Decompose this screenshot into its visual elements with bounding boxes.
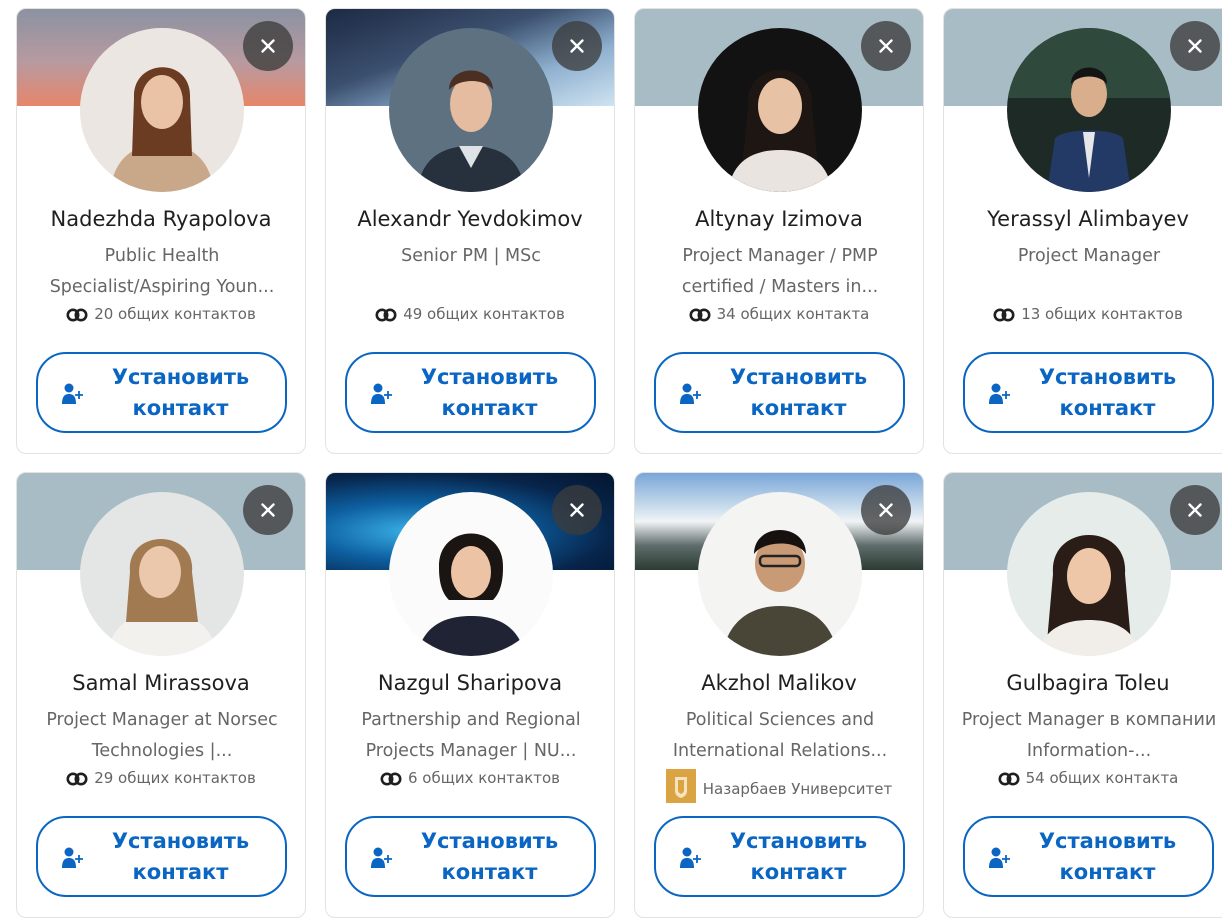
mutual-connections-icon <box>380 772 402 786</box>
person-add-icon <box>989 846 1011 870</box>
connect-button-label: Установить контакт <box>1038 364 1177 420</box>
dismiss-button[interactable] <box>861 21 911 71</box>
connect-button[interactable]: Установить контакт <box>36 352 287 433</box>
person-name[interactable]: Gulbagira Toleu <box>944 671 1222 695</box>
close-icon <box>257 499 279 521</box>
close-icon <box>1184 35 1206 57</box>
person-name[interactable]: Yerassyl Alimbayev <box>944 207 1222 231</box>
avatar[interactable] <box>80 492 244 656</box>
connect-button[interactable]: Установить контакт <box>654 816 905 897</box>
suggestion-card: Yerassyl Alimbayev Project Manager 13 об… <box>943 8 1222 454</box>
mutual-connections-text: 29 общих контактов <box>94 769 256 787</box>
person-add-icon <box>989 382 1011 406</box>
suggestion-card: Altynay Izimova Project Manager / PMP ce… <box>634 8 924 454</box>
connect-button-label: Установить контакт <box>111 828 250 884</box>
person-add-icon <box>62 382 84 406</box>
shared-school-text: Назарбаев Университет <box>702 780 893 798</box>
close-icon <box>257 35 279 57</box>
connect-button[interactable]: Установить контакт <box>963 816 1214 897</box>
connect-button[interactable]: Установить контакт <box>345 816 596 897</box>
close-icon <box>1184 499 1206 521</box>
dismiss-button[interactable] <box>1170 21 1220 71</box>
connect-button-label: Установить контакт <box>420 364 559 420</box>
person-add-icon <box>62 846 84 870</box>
university-logo <box>665 769 696 803</box>
suggestion-card: Nazgul Sharipova Partnership and Regiona… <box>325 472 615 918</box>
person-name[interactable]: Alexandr Yevdokimov <box>326 207 614 231</box>
person-add-icon <box>371 846 393 870</box>
mutual-connections-icon <box>66 772 88 786</box>
mutual-connections-text: 54 общих контакта <box>1025 769 1179 787</box>
avatar[interactable] <box>698 492 862 656</box>
person-headline: Project Manager / PMP certified / Master… <box>681 246 879 297</box>
connect-button-label: Установить контакт <box>729 364 868 420</box>
mutual-connections-icon <box>689 308 711 322</box>
avatar[interactable] <box>389 492 553 656</box>
dismiss-button[interactable] <box>1170 485 1220 535</box>
suggestion-card: Nadezhda Ryapolova Public Health Special… <box>16 8 306 454</box>
dismiss-button[interactable] <box>552 21 602 71</box>
mutual-connections: 20 общих контактов <box>17 305 305 323</box>
connect-button-label: Установить контакт <box>1038 828 1177 884</box>
suggestion-card: Samal Mirassova Project Manager at Norse… <box>16 472 306 918</box>
avatar[interactable] <box>1007 28 1171 192</box>
connect-button[interactable]: Установить контакт <box>654 352 905 433</box>
person-add-icon <box>680 846 702 870</box>
avatar[interactable] <box>389 28 553 192</box>
person-name[interactable]: Nadezhda Ryapolova <box>17 207 305 231</box>
shared-school: Назарбаев Университет <box>635 769 923 803</box>
mutual-connections-text: 49 общих контактов <box>403 305 565 323</box>
mutual-connections-text: 6 общих контактов <box>407 769 561 787</box>
close-icon <box>875 499 897 521</box>
mutual-connections-text: 13 общих контактов <box>1021 305 1183 323</box>
mutual-connections: 13 общих контактов <box>944 305 1222 323</box>
connect-button[interactable]: Установить контакт <box>345 352 596 433</box>
person-headline: Senior PM | MSc <box>401 246 541 266</box>
person-headline: Project Manager at Norsec Technologies |… <box>46 710 278 761</box>
person-name[interactable]: Akzhol Malikov <box>635 671 923 695</box>
person-name[interactable]: Samal Mirassova <box>17 671 305 695</box>
person-add-icon <box>680 382 702 406</box>
suggestion-card: Alexandr Yevdokimov Senior PM | MSc 49 о… <box>325 8 615 454</box>
person-headline: Political Sciences and International Rel… <box>672 710 888 761</box>
suggestion-card: Gulbagira Toleu Project Manager в компан… <box>943 472 1222 918</box>
person-name[interactable]: Altynay Izimova <box>635 207 923 231</box>
person-headline: Project Manager в компании Information-.… <box>961 710 1217 761</box>
mutual-connections: 49 общих контактов <box>326 305 614 323</box>
mutual-connections: 34 общих контакта <box>635 305 923 323</box>
mutual-connections: 6 общих контактов <box>326 769 614 787</box>
person-headline: Public Health Specialist/Aspiring Youn..… <box>49 246 275 297</box>
mutual-connections: 54 общих контакта <box>944 769 1222 787</box>
connect-button[interactable]: Установить контакт <box>963 352 1214 433</box>
connect-button-label: Установить контакт <box>111 364 250 420</box>
mutual-connections-icon <box>993 308 1015 322</box>
connect-button[interactable]: Установить контакт <box>36 816 287 897</box>
mutual-connections-text: 34 общих контакта <box>716 305 870 323</box>
mutual-connections-icon <box>998 772 1020 786</box>
close-icon <box>875 35 897 57</box>
mutual-connections-icon <box>66 308 88 322</box>
person-add-icon <box>371 382 393 406</box>
person-name[interactable]: Nazgul Sharipova <box>326 671 614 695</box>
dismiss-button[interactable] <box>243 21 293 71</box>
avatar[interactable] <box>1007 492 1171 656</box>
avatar[interactable] <box>80 28 244 192</box>
avatar[interactable] <box>698 28 862 192</box>
close-icon <box>566 499 588 521</box>
person-headline: Project Manager <box>1017 246 1161 266</box>
dismiss-button[interactable] <box>243 485 293 535</box>
suggestion-card: Akzhol Malikov Political Sciences and In… <box>634 472 924 918</box>
mutual-connections-text: 20 общих контактов <box>94 305 256 323</box>
close-icon <box>566 35 588 57</box>
person-headline: Partnership and Regional Projects Manage… <box>361 710 581 761</box>
dismiss-button[interactable] <box>861 485 911 535</box>
mutual-connections-icon <box>375 308 397 322</box>
connect-button-label: Установить контакт <box>729 828 868 884</box>
dismiss-button[interactable] <box>552 485 602 535</box>
connect-button-label: Установить контакт <box>420 828 559 884</box>
mutual-connections: 29 общих контактов <box>17 769 305 787</box>
